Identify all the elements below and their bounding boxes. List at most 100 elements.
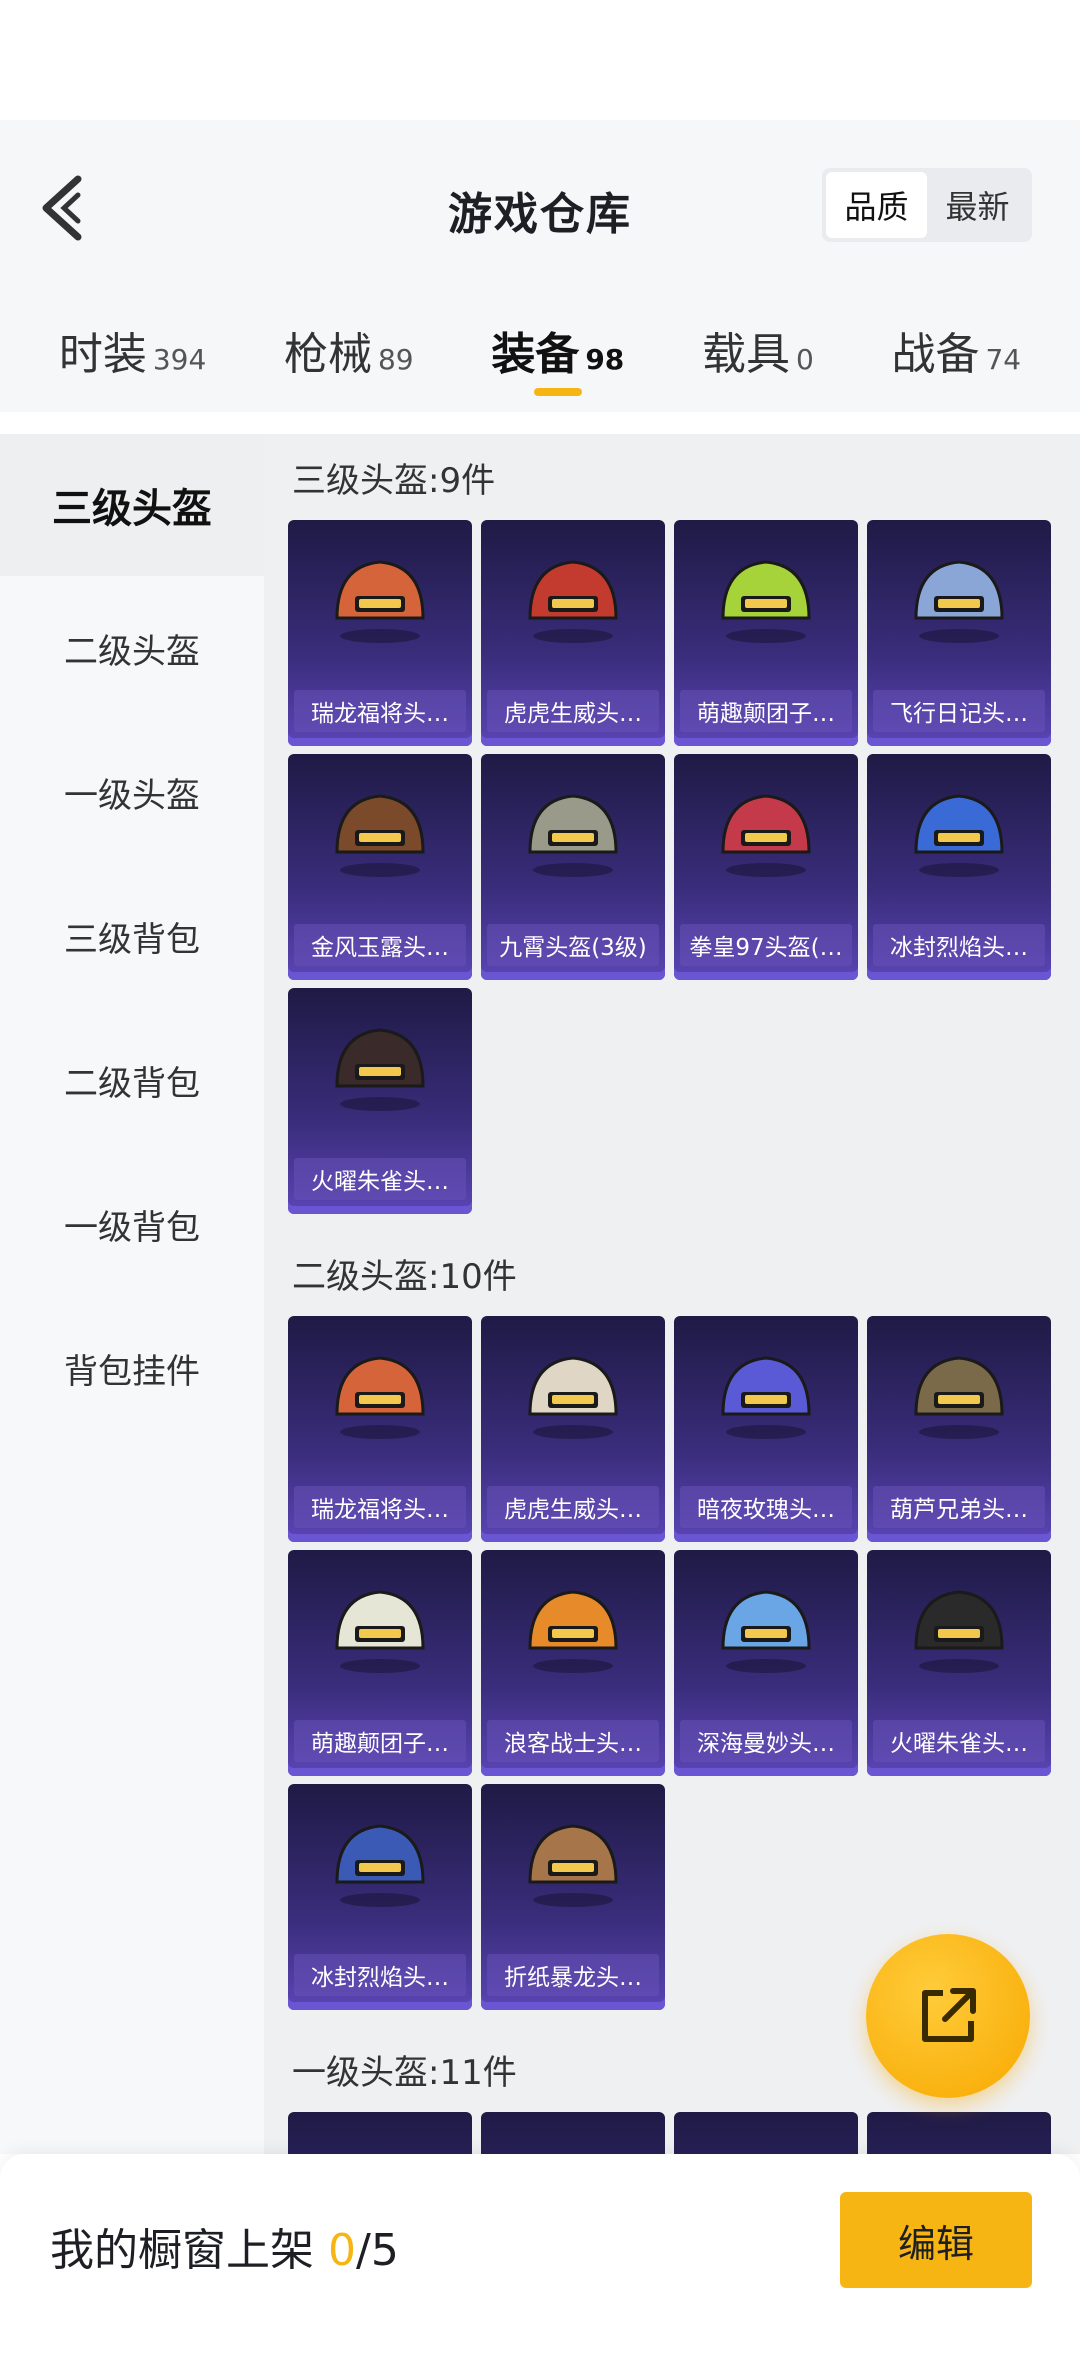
sidebar-item-level3-backpack[interactable]: 三级背包 (0, 864, 264, 1008)
bottom-bar: 我的橱窗上架 0/5 编辑 (0, 2154, 1080, 2373)
item-grid: 瑞龙福将头… 虎虎生威头… 暗夜玫瑰头… 葫芦兄弟头… 萌趣颠团子… 浪客战士头… 深海曼妙… (264, 1316, 1080, 2010)
item-card[interactable]: 冰封烈焰头… (288, 1784, 472, 2010)
item-card[interactable]: 葫芦兄弟头… (867, 1316, 1051, 1542)
item-card[interactable]: 瑞龙福将头… (288, 520, 472, 746)
helmet-icon (721, 794, 811, 877)
item-name: 暗夜玫瑰头… (680, 1486, 852, 1528)
shelf-current: 0 (328, 2225, 356, 2276)
header: 游戏仓库 品质 最新 时装 394 枪械 89 装备 98 载具 0 战备 74 (0, 120, 1080, 412)
share-icon (922, 1988, 976, 2042)
tab-label: 枪械 (283, 329, 372, 380)
helmet-icon (721, 560, 811, 643)
item-grid (264, 2112, 1080, 2154)
item-card[interactable]: 萌趣颠团子… (674, 520, 858, 746)
tab-equipment[interactable]: 装备 98 (491, 318, 624, 382)
item-card[interactable]: 暗夜玫瑰头… (674, 1316, 858, 1542)
item-card[interactable]: 火曜朱雀头… (288, 988, 472, 1214)
helmet-icon (721, 1590, 811, 1673)
item-card[interactable]: 虎虎生威头… (481, 520, 665, 746)
section-title: 三级头盔:9件 (292, 460, 496, 501)
tab-weapons[interactable]: 枪械 89 (284, 318, 414, 382)
item-list: 三级头盔:9件 瑞龙福将头… 虎虎生威头… 萌趣颠团子… 飞行日记头… 金风玉露头… 九霄… (264, 434, 1080, 2154)
item-card[interactable]: 折纸暴龙头… (481, 1784, 665, 2010)
item-card[interactable]: 冰封烈焰头… (867, 754, 1051, 980)
item-name: 冰封烈焰头… (873, 924, 1045, 966)
helmet-icon (914, 1356, 1004, 1439)
status-area (0, 0, 1080, 120)
item-card[interactable] (674, 2112, 858, 2154)
item-name: 火曜朱雀头… (873, 1720, 1045, 1762)
tab-vehicles[interactable]: 载具 0 (702, 318, 814, 382)
item-card[interactable] (867, 2112, 1051, 2154)
item-card[interactable] (288, 2112, 472, 2154)
tab-count: 0 (795, 343, 814, 376)
sidebar-item-level2-backpack[interactable]: 二级背包 (0, 1008, 264, 1152)
item-name: 萌趣颠团子… (294, 1720, 466, 1762)
tab-supplies[interactable]: 战备 74 (891, 318, 1021, 382)
helmet-icon (335, 560, 425, 643)
edit-button[interactable]: 编辑 (840, 2192, 1032, 2288)
sidebar-item-backpack-charm[interactable]: 背包挂件 (0, 1296, 264, 1440)
tab-label: 时装 (58, 329, 147, 380)
item-name: 折纸暴龙头… (487, 1954, 659, 1996)
item-name: 金风玉露头… (294, 924, 466, 966)
tab-count: 89 (377, 343, 414, 376)
section-title: 二级头盔:10件 (292, 1256, 517, 1297)
item-name: 拳皇97头盔(… (680, 924, 852, 966)
item-card[interactable]: 浪客战士头… (481, 1550, 665, 1776)
item-card[interactable]: 虎虎生威头… (481, 1316, 665, 1542)
helmet-icon (528, 560, 618, 643)
sidebar-item-level1-backpack[interactable]: 一级背包 (0, 1152, 264, 1296)
shelf-total: /5 (356, 2225, 399, 2276)
helmet-icon (528, 1356, 618, 1439)
tab-count: 74 (985, 343, 1022, 376)
item-name: 萌趣颠团子… (680, 690, 852, 732)
helmet-icon (721, 1356, 811, 1439)
sort-latest[interactable]: 最新 (927, 172, 1028, 238)
tab-label: 战备 (891, 329, 980, 380)
category-tabs: 时装 394 枪械 89 装备 98 载具 0 战备 74 (0, 318, 1080, 412)
item-card[interactable]: 金风玉露头… (288, 754, 472, 980)
item-name: 葫芦兄弟头… (873, 1486, 1045, 1528)
helmet-icon (335, 1356, 425, 1439)
tab-label: 载具 (701, 329, 790, 380)
item-card[interactable]: 飞行日记头… (867, 520, 1051, 746)
helmet-icon (528, 794, 618, 877)
item-card[interactable]: 九霄头盔(3级) (481, 754, 665, 980)
item-name: 火曜朱雀头… (294, 1158, 466, 1200)
item-card[interactable] (481, 2112, 665, 2154)
helmet-icon (335, 794, 425, 877)
item-name: 九霄头盔(3级) (487, 924, 659, 966)
tab-fashion[interactable]: 时装 394 (59, 318, 206, 382)
item-name: 冰封烈焰头… (294, 1954, 466, 1996)
helmet-icon (528, 1824, 618, 1907)
helmet-icon (335, 1590, 425, 1673)
item-name: 瑞龙福将头… (294, 1486, 466, 1528)
item-card[interactable]: 拳皇97头盔(… (674, 754, 858, 980)
sort-quality[interactable]: 品质 (826, 172, 927, 238)
share-button[interactable] (866, 1934, 1030, 2098)
tab-count: 98 (585, 343, 625, 376)
item-grid: 瑞龙福将头… 虎虎生威头… 萌趣颠团子… 飞行日记头… 金风玉露头… 九霄头盔(3级) 拳皇… (264, 520, 1080, 1214)
item-card[interactable]: 火曜朱雀头… (867, 1550, 1051, 1776)
sort-toggle: 品质 最新 (822, 168, 1032, 242)
item-name: 浪客战士头… (487, 1720, 659, 1762)
helmet-icon (914, 794, 1004, 877)
item-name: 瑞龙福将头… (294, 690, 466, 732)
tab-label: 装备 (491, 329, 580, 380)
shelf-status: 我的橱窗上架 0/5 (50, 2214, 399, 2278)
item-card[interactable]: 深海曼妙头… (674, 1550, 858, 1776)
sidebar-item-level1-helmet[interactable]: 一级头盔 (0, 720, 264, 864)
sidebar-item-level3-helmet[interactable]: 三级头盔 (0, 434, 264, 576)
helmet-icon (914, 560, 1004, 643)
shelf-label: 我的橱窗上架 (50, 2225, 314, 2276)
item-name: 飞行日记头… (873, 690, 1045, 732)
helmet-icon (528, 1590, 618, 1673)
item-card[interactable]: 萌趣颠团子… (288, 1550, 472, 1776)
item-card[interactable]: 瑞龙福将头… (288, 1316, 472, 1542)
helmet-icon (914, 1590, 1004, 1673)
sidebar-item-level2-helmet[interactable]: 二级头盔 (0, 576, 264, 720)
tab-count: 394 (152, 343, 207, 376)
item-name: 虎虎生威头… (487, 1486, 659, 1528)
sidebar: 三级头盔 二级头盔 一级头盔 三级背包 二级背包 一级背包 背包挂件 (0, 434, 264, 2154)
